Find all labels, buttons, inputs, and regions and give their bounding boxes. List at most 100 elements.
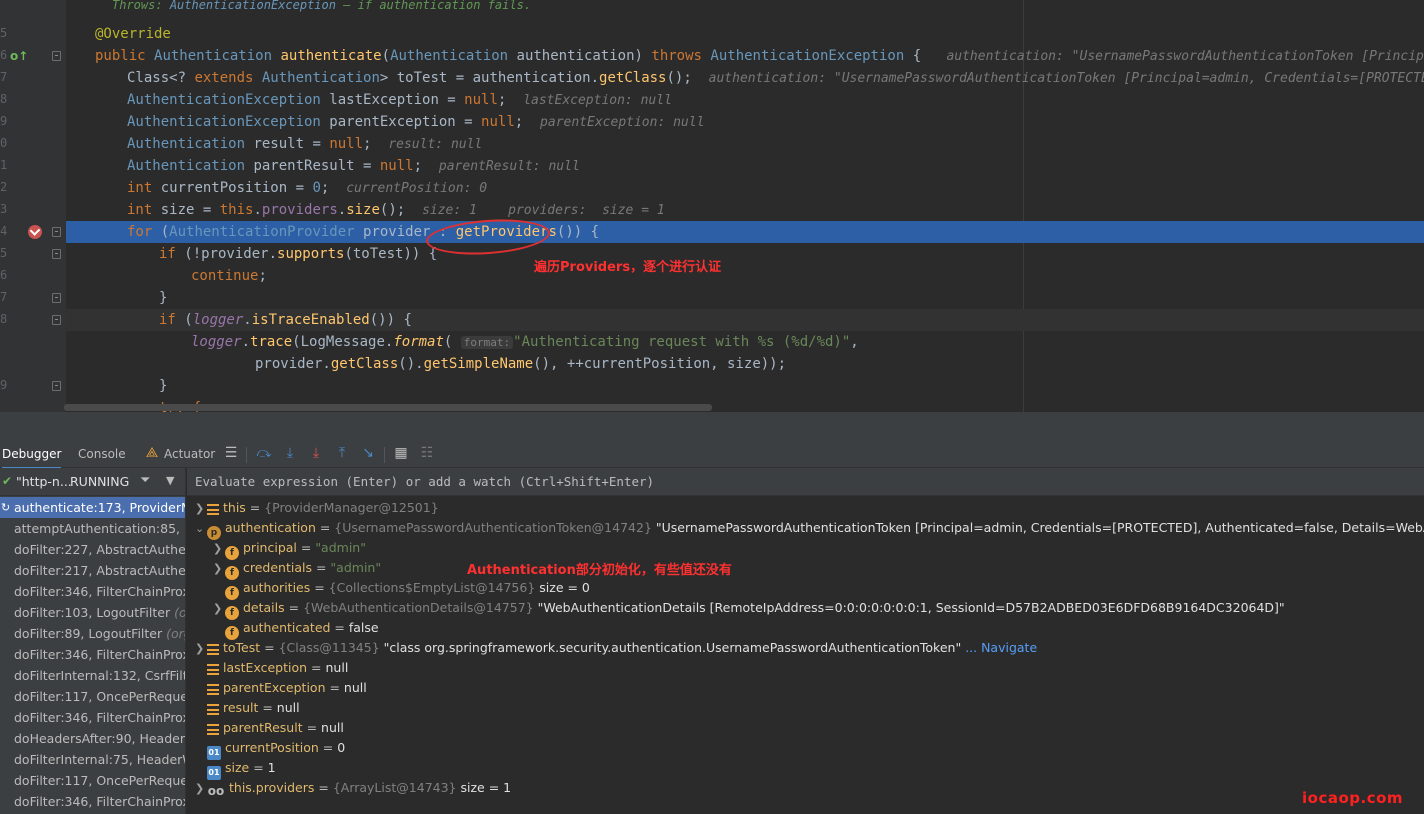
code-line-currentposition[interactable]: int currentPosition = 0; currentPosition…: [66, 177, 1424, 199]
code-line-trace-args[interactable]: provider.getClass().getSimpleName(), ++c…: [66, 353, 1424, 375]
evaluate-expression-input[interactable]: Evaluate expression (Enter) or add a wat…: [187, 468, 1424, 496]
filter-icon[interactable]: ⏷: [140, 473, 150, 488]
gutter-line[interactable]: 5: [0, 243, 66, 265]
gutter-line[interactable]: 0: [0, 133, 66, 155]
expand-arrow-icon[interactable]: ❯: [195, 779, 207, 799]
code-line-continue[interactable]: continue;: [66, 265, 1424, 287]
var-parentexception[interactable]: parentException = null: [195, 678, 367, 698]
fold-toggle-icon[interactable]: [52, 51, 61, 61]
var-credentials[interactable]: ❯ f credentials = "admin": [213, 558, 381, 580]
editor-gutter[interactable]: 5 6 o↑ 7 8 9 0 1 2 3 4 5 6 7 8 9: [0, 0, 66, 412]
code-line-logger-trace[interactable]: logger.trace(LogMessage.format( format: "…: [66, 331, 1424, 353]
layout-menu-icon[interactable]: ☰: [222, 444, 240, 462]
var-providers[interactable]: ❯ oo this.providers = {ArrayList@14743} si…: [195, 778, 511, 798]
expand-arrow-icon[interactable]: ❯: [195, 499, 207, 519]
stack-frame[interactable]: doFilter:227, AbstractAuthenticationProc…: [0, 539, 185, 560]
stack-frame[interactable]: ↻authenticate:173, ProviderManager: [0, 497, 185, 518]
stack-frame[interactable]: doFilter:346, FilterChainProxy$VirtualFi…: [0, 707, 185, 728]
fold-toggle-icon[interactable]: [52, 315, 61, 325]
expand-arrow-icon[interactable]: ❯: [213, 559, 225, 579]
code-editor[interactable]: 5 6 o↑ 7 8 9 0 1 2 3 4 5 6 7 8 9 Throws:…: [0, 0, 1424, 412]
code-line-if-supports[interactable]: if (!provider.supports(toTest)) {: [66, 243, 1424, 265]
gutter-line[interactable]: 9: [0, 111, 66, 133]
code-line-close-if[interactable]: }: [66, 287, 1424, 309]
gutter-line[interactable]: 8: [0, 89, 66, 111]
tab-actuator[interactable]: Actuator: [164, 447, 215, 461]
stack-frame[interactable]: doFilter:117, OncePerRequestFilter: [0, 770, 185, 791]
gutter-line[interactable]: 2: [0, 177, 66, 199]
editor-horizontal-scrollbar[interactable]: [64, 404, 712, 411]
code-line-size[interactable]: int size = this.providers.size(); size: …: [66, 199, 1424, 221]
stack-frame[interactable]: attemptAuthentication:85, UsernamePasswo…: [0, 518, 185, 539]
var-authentication[interactable]: ⌄ p authentication = {UsernamePasswordAuth…: [195, 518, 1424, 540]
step-out-icon[interactable]: ⤒: [333, 444, 351, 462]
stack-frame[interactable]: doFilter:346, FilterChainProxy$VirtualFi…: [0, 644, 185, 665]
expand-arrow-icon[interactable]: ❯: [195, 639, 207, 659]
var-authorities[interactable]: f authorities = {Collections$EmptyList@14…: [213, 578, 590, 600]
gutter-line[interactable]: 5: [0, 23, 66, 45]
code-line-parentresult[interactable]: Authentication parentResult = null; pare…: [66, 155, 1424, 177]
code-line-result[interactable]: Authentication result = null; result: nu…: [66, 133, 1424, 155]
run-to-cursor-icon[interactable]: ↘: [359, 444, 377, 462]
var-lastexception[interactable]: lastException = null: [195, 658, 348, 678]
gutter-line[interactable]: 6: [0, 265, 66, 287]
force-step-into-icon[interactable]: ⤓: [307, 444, 325, 462]
stack-frame[interactable]: doFilterInternal:75, HeaderWriterFilter: [0, 749, 185, 770]
trace-stream-icon[interactable]: ☷: [418, 444, 436, 462]
stack-frame[interactable]: doHeadersAfter:90, HeaderWriterFilter: [0, 728, 185, 749]
var-totest[interactable]: ❯ toTest = {Class@11345} "class org.sprin…: [195, 638, 1037, 658]
chevron-down-icon[interactable]: ▼: [166, 474, 174, 487]
gutter-line[interactable]: 1: [0, 155, 66, 177]
var-size[interactable]: 01 size = 1: [195, 758, 276, 780]
fold-toggle-icon[interactable]: [52, 293, 61, 303]
var-currentposition[interactable]: 01 currentPosition = 0: [195, 738, 345, 760]
var-parentresult[interactable]: parentResult = null: [195, 718, 344, 738]
code-line-signature[interactable]: public Authentication authenticate(Authe…: [66, 45, 1424, 67]
collapse-arrow-icon[interactable]: ⌄: [195, 519, 207, 539]
stack-frame[interactable]: doFilter:89, LogoutFilter (org.s: [0, 623, 185, 644]
stack-frame[interactable]: doFilter:346, FilterChainProxy$VirtualFi…: [0, 581, 185, 602]
code-line-if-trace[interactable]: if (logger.isTraceEnabled()) {: [66, 309, 1424, 331]
step-into-icon[interactable]: ⤓: [281, 444, 299, 462]
gutter-line[interactable]: 7: [0, 67, 66, 89]
stack-frame[interactable]: doFilter:103, LogoutFilter (org.: [0, 602, 185, 623]
gutter-line[interactable]: 6 o↑: [0, 45, 66, 67]
gutter-line[interactable]: 7: [0, 287, 66, 309]
var-authenticated[interactable]: f authenticated = false: [213, 618, 379, 640]
expand-arrow-icon[interactable]: ❯: [213, 539, 225, 559]
code-area[interactable]: Throws: AuthenticationException – if aut…: [66, 0, 1424, 412]
code-line-parentexception[interactable]: AuthenticationException parentException …: [66, 111, 1424, 133]
code-line-override[interactable]: @Override: [66, 23, 1424, 45]
method-name: getClass: [599, 70, 667, 86]
stack-frame[interactable]: doFilterInternal:132, CsrfFilter: [0, 665, 185, 686]
stack-frame[interactable]: doFilter:346, FilterChainProxy$VirtualFi…: [0, 791, 185, 812]
expand-arrow-icon[interactable]: ❯: [213, 599, 225, 619]
navigate-link[interactable]: ... Navigate: [965, 640, 1037, 655]
line-number: 7: [0, 290, 8, 304]
code-line-lastexception[interactable]: AuthenticationException lastException = …: [66, 89, 1424, 111]
gutter-line[interactable]: 8: [0, 309, 66, 331]
code-line-totest[interactable]: Class<? extends Authentication> toTest =…: [66, 67, 1424, 89]
tab-console[interactable]: Console: [78, 447, 126, 461]
var-this[interactable]: ❯ this = {ProviderManager@12501}: [195, 498, 439, 518]
gutter-line[interactable]: 4: [0, 221, 66, 243]
var-details[interactable]: ❯ f details = {WebAuthenticationDetails@14…: [213, 598, 1285, 620]
fold-toggle-icon[interactable]: [52, 249, 61, 259]
stack-frame[interactable]: doFilter:217, AbstractAuthenticationProc…: [0, 560, 185, 581]
evaluate-expression-icon[interactable]: ▦: [392, 444, 410, 462]
fold-toggle-icon[interactable]: [52, 381, 61, 391]
thread-selector[interactable]: ✔ "http-n... RUNNING ⏷ ▼: [0, 468, 185, 496]
override-method-icon[interactable]: o↑: [10, 49, 28, 63]
doc-link[interactable]: AuthenticationException: [170, 0, 336, 12]
code-line-close-trace[interactable]: }: [66, 375, 1424, 397]
gutter-line[interactable]: 9: [0, 375, 66, 397]
fold-toggle-icon[interactable]: [52, 227, 61, 237]
var-principal[interactable]: ❯ f principal = "admin": [213, 538, 366, 560]
var-result[interactable]: result = null: [195, 698, 300, 718]
code-line-for-current[interactable]: for (AuthenticationProvider provider : g…: [66, 221, 1424, 243]
breakpoint-icon[interactable]: [28, 225, 42, 239]
stack-frame[interactable]: doFilter:117, OncePerRequestFilter: [0, 686, 185, 707]
tab-debugger[interactable]: Debugger: [2, 447, 62, 470]
step-over-icon[interactable]: ⤼: [255, 444, 273, 462]
gutter-line[interactable]: 3: [0, 199, 66, 221]
